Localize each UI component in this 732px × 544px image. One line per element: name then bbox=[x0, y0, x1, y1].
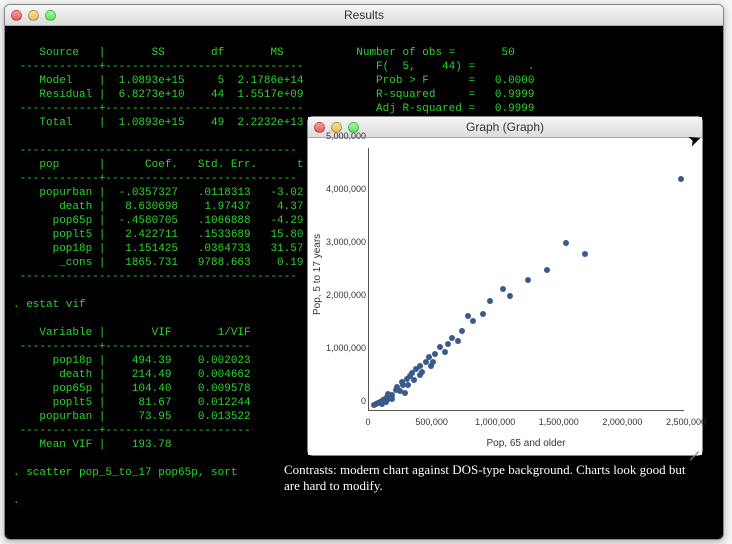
graph-body: Pop, 5 to 17 years Pop, 65 and older 0 50… bbox=[308, 138, 702, 455]
y-tick-label: 0 bbox=[326, 396, 366, 406]
x-tick-label: 2,000,000 bbox=[602, 417, 642, 427]
y-tick-label: 2,000,000 bbox=[326, 290, 366, 300]
x-tick-label: 2,500,000 bbox=[666, 417, 706, 427]
scatter-point bbox=[455, 338, 461, 344]
annotation-caption: Contrasts: modern chart against DOS-type… bbox=[284, 462, 704, 494]
results-titlebar[interactable]: Results bbox=[5, 5, 723, 26]
scatter-point bbox=[459, 328, 465, 334]
x-tick-label: 1,500,000 bbox=[539, 417, 579, 427]
y-tick-label: 4,000,000 bbox=[326, 184, 366, 194]
results-title: Results bbox=[5, 8, 723, 22]
scatter-point bbox=[678, 176, 684, 182]
x-tick-label: 0 bbox=[365, 417, 370, 427]
scatter-point bbox=[442, 349, 448, 355]
y-tick-label: 1,000,000 bbox=[326, 343, 366, 353]
scatter-point bbox=[432, 351, 438, 357]
scatter-point bbox=[525, 277, 531, 283]
y-tick-label: 5,000,000 bbox=[326, 131, 366, 141]
scatter-point bbox=[582, 251, 588, 257]
y-axis-label: Pop, 5 to 17 years bbox=[312, 138, 326, 411]
scatter-point bbox=[563, 240, 569, 246]
scatter-point bbox=[402, 390, 408, 396]
scatter-point bbox=[419, 369, 425, 375]
scatter-point bbox=[487, 298, 493, 304]
scatter-point bbox=[470, 318, 476, 324]
scatter-point bbox=[411, 377, 417, 383]
scatter-point bbox=[430, 359, 436, 365]
scatter-point bbox=[507, 293, 513, 299]
scatter-point bbox=[449, 335, 455, 341]
scatter-point bbox=[500, 286, 506, 292]
scatter-plot bbox=[368, 148, 684, 411]
graph-titlebar[interactable]: Graph (Graph) bbox=[308, 117, 702, 138]
x-tick-label: 1,000,000 bbox=[475, 417, 515, 427]
scatter-point bbox=[389, 396, 395, 402]
scatter-point bbox=[480, 311, 486, 317]
resize-grip-icon[interactable] bbox=[687, 440, 699, 452]
x-axis-label: Pop, 65 and older bbox=[368, 438, 684, 449]
x-tick-label: 500,000 bbox=[415, 417, 448, 427]
graph-title: Graph (Graph) bbox=[308, 120, 702, 134]
scatter-point bbox=[544, 267, 550, 273]
y-tick-label: 3,000,000 bbox=[326, 237, 366, 247]
scatter-point bbox=[417, 363, 423, 369]
graph-window: Graph (Graph) Pop, 5 to 17 years Pop, 65… bbox=[307, 116, 703, 456]
scatter-point bbox=[445, 341, 451, 347]
